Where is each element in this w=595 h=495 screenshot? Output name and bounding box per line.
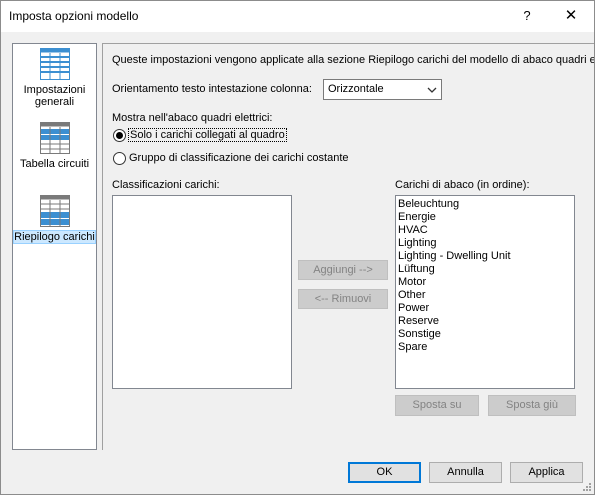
window-title: Imposta opzioni modello — [9, 9, 139, 23]
resize-grip-icon[interactable] — [582, 482, 592, 492]
cancel-button[interactable]: Annulla — [429, 462, 502, 483]
load-summary-pane: Queste impostazioni vengono applicate al… — [102, 43, 594, 450]
list-item[interactable]: Spare — [396, 341, 574, 354]
radio-constant-group[interactable] — [113, 152, 126, 165]
list-item[interactable]: Beleuchtung — [396, 198, 574, 211]
list-item[interactable]: Sonstige — [396, 328, 574, 341]
move-up-button[interactable]: Sposta su — [395, 395, 479, 416]
title-bar[interactable]: Imposta opzioni modello ? ✕ — [1, 1, 594, 32]
orientation-dropdown[interactable]: Orizzontale — [323, 79, 442, 100]
list-item[interactable]: Other — [396, 289, 574, 302]
remove-button[interactable]: <-- Rimuovi — [298, 289, 388, 309]
orientation-label: Orientamento testo intestazione colonna: — [112, 83, 312, 95]
dialog-window: Imposta opzioni modello ? ✕ Impostazioni… — [0, 0, 595, 495]
show-in-schedule-label: Mostra nell'abaco quadri elettrici: — [112, 112, 273, 124]
nav-item-label: Tabella circuiti — [19, 158, 90, 170]
list-item[interactable]: Lüftung — [396, 263, 574, 276]
ok-button[interactable]: OK — [348, 462, 421, 483]
orientation-value: Orizzontale — [328, 83, 384, 95]
options-nav: Impostazioni generali Tabella circuiti R… — [12, 43, 97, 450]
list-item[interactable]: Lighting - Dwelling Unit — [396, 250, 574, 263]
help-button[interactable]: ? — [517, 8, 537, 26]
load-summary-icon — [39, 195, 70, 227]
load-classifications-label: Classificazioni carichi: — [112, 179, 220, 191]
apply-button[interactable]: Applica — [510, 462, 583, 483]
schedule-loads-label: Carichi di abaco (in ordine): — [395, 179, 530, 191]
description-text: Queste impostazioni vengono applicate al… — [112, 54, 594, 66]
add-button[interactable]: Aggiungi --> — [298, 260, 388, 280]
load-classifications-list[interactable] — [112, 195, 292, 389]
general-settings-icon — [39, 48, 70, 80]
list-item[interactable]: Lighting — [396, 237, 574, 250]
circuit-table-icon — [39, 122, 70, 154]
schedule-loads-list[interactable]: Beleuchtung Energie HVAC Lighting Lighti… — [395, 195, 575, 389]
list-item[interactable]: HVAC — [396, 224, 574, 237]
radio-constant-group-label[interactable]: Gruppo di classificazione dei carichi co… — [129, 152, 349, 164]
radio-selected-dot — [116, 132, 123, 139]
list-item[interactable]: Energie — [396, 211, 574, 224]
list-item[interactable]: Power — [396, 302, 574, 315]
nav-item-load-summary[interactable]: Riepilogo carichi — [13, 195, 96, 244]
close-button[interactable]: ✕ — [559, 6, 583, 26]
list-item[interactable]: Motor — [396, 276, 574, 289]
chevron-down-icon — [427, 87, 437, 93]
nav-item-general-settings[interactable]: Impostazioni generali — [14, 48, 95, 108]
move-down-button[interactable]: Sposta giù — [488, 395, 576, 416]
nav-item-label: Riepilogo carichi — [13, 230, 96, 244]
list-item[interactable]: Reserve — [396, 315, 574, 328]
nav-item-circuit-table[interactable]: Tabella circuiti — [14, 122, 95, 170]
nav-item-label: Impostazioni generali — [23, 84, 86, 108]
radio-connected-loads[interactable] — [113, 129, 126, 142]
radio-connected-loads-label[interactable]: Solo i carichi collegati al quadro — [128, 128, 287, 142]
